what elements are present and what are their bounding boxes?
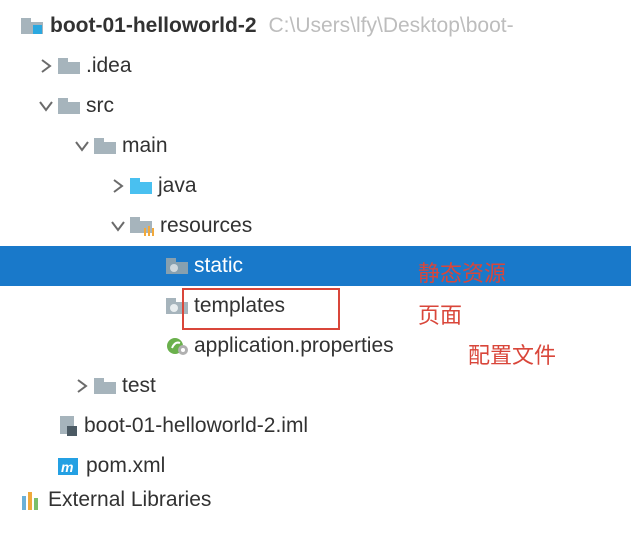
spring-config-icon xyxy=(166,336,188,356)
node-label-java: java xyxy=(156,174,197,198)
tree-row-src[interactable]: src xyxy=(0,86,631,126)
annotation-appprops: 配置文件 xyxy=(468,338,556,370)
chevron-right-icon[interactable] xyxy=(36,59,56,73)
node-label-appprops: application.properties xyxy=(192,334,394,358)
chevron-down-icon[interactable] xyxy=(108,220,128,232)
node-label-idea: .idea xyxy=(84,54,132,78)
chevron-right-icon[interactable] xyxy=(72,379,92,393)
source-folder-icon xyxy=(130,177,152,195)
node-label-extlib: External Libraries xyxy=(46,488,211,512)
resources-folder-icon xyxy=(130,216,154,236)
node-label-static: static xyxy=(192,254,243,278)
tree-row-pom[interactable]: m pom.xml xyxy=(0,446,631,486)
folder-icon xyxy=(58,97,80,115)
node-label-templates: templates xyxy=(192,294,285,318)
tree-row-root[interactable]: boot-01-helloworld-2 C:\Users\lfy\Deskto… xyxy=(0,6,631,46)
node-label-iml: boot-01-helloworld-2.iml xyxy=(82,414,308,438)
annotation-templates: 页面 xyxy=(418,298,462,330)
maven-file-icon: m xyxy=(58,456,80,476)
tree-row-static[interactable]: static xyxy=(0,246,631,286)
chevron-down-icon[interactable] xyxy=(72,140,92,152)
folder-icon xyxy=(58,57,80,75)
node-label-test: test xyxy=(120,374,156,398)
tree-row-test[interactable]: test xyxy=(0,366,631,406)
svg-text:m: m xyxy=(61,459,73,475)
chevron-right-icon[interactable] xyxy=(108,179,128,193)
node-label-pom: pom.xml xyxy=(84,454,165,478)
tree-row-iml[interactable]: boot-01-helloworld-2.iml xyxy=(0,406,631,446)
web-folder-icon xyxy=(166,257,188,275)
web-folder-icon xyxy=(166,297,188,315)
libraries-icon xyxy=(20,490,42,510)
node-label-resources: resources xyxy=(158,214,252,238)
project-tree-container: boot-01-helloworld-2 C:\Users\lfy\Deskto… xyxy=(0,0,631,514)
chevron-down-icon[interactable] xyxy=(36,100,56,112)
project-tree[interactable]: boot-01-helloworld-2 C:\Users\lfy\Deskto… xyxy=(0,0,631,514)
node-label-main: main xyxy=(120,134,168,158)
annotation-static: 静态资源 xyxy=(418,256,506,288)
tree-row-extlib[interactable]: External Libraries xyxy=(0,486,631,514)
root-path: C:\Users\lfy\Desktop\boot- xyxy=(257,14,514,38)
node-label-src: src xyxy=(84,94,114,118)
tree-row-main[interactable]: main xyxy=(0,126,631,166)
module-folder-icon xyxy=(20,16,44,36)
root-name: boot-01-helloworld-2 xyxy=(48,14,257,38)
tree-row-resources[interactable]: resources xyxy=(0,206,631,246)
folder-icon xyxy=(94,137,116,155)
tree-row-idea[interactable]: .idea xyxy=(0,46,631,86)
folder-icon xyxy=(94,377,116,395)
iml-file-icon xyxy=(58,415,78,437)
tree-row-java[interactable]: java xyxy=(0,166,631,206)
tree-row-templates[interactable]: templates xyxy=(0,286,631,326)
